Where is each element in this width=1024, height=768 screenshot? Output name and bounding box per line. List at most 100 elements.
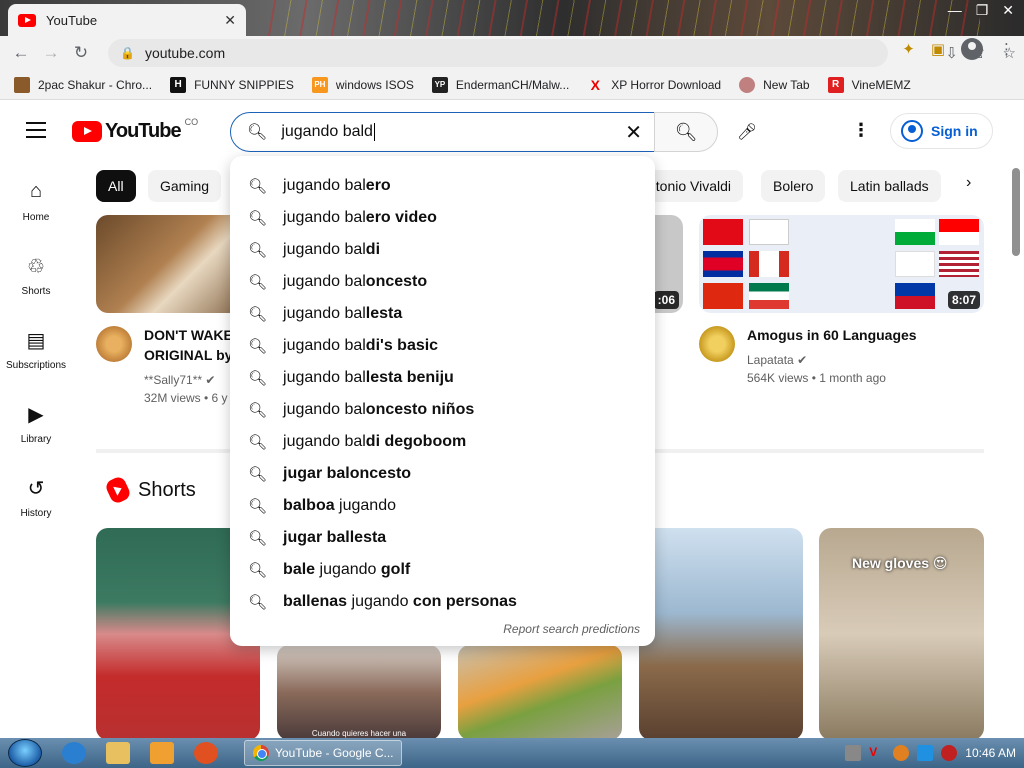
suggestion-item[interactable]: 🔍︎ jugando baldi's basic: [230, 330, 655, 362]
suggestion-item[interactable]: 🔍︎ jugando balero video: [230, 202, 655, 234]
media-player-icon[interactable]: [150, 742, 174, 764]
suggestion-item[interactable]: 🔍︎ jugando baloncesto: [230, 266, 655, 298]
logo-text: YouTube: [105, 120, 182, 142]
search-icon: 🔍︎: [248, 178, 268, 195]
video-title[interactable]: DON'T WAKE ORIGINAL by: [144, 325, 233, 365]
clock[interactable]: 10:46 AM: [965, 746, 1016, 760]
suggestion-text: jugando ballesta beniju: [283, 369, 454, 386]
short-thumbnail[interactable]: Cuando quieres hacer una: [277, 645, 441, 740]
suggestion-item[interactable]: 🔍︎ ballenas jugando con personas: [230, 586, 655, 618]
minimize-icon[interactable]: —: [948, 2, 962, 19]
search-tray-icon[interactable]: [893, 745, 910, 761]
search-input-value: jugando bald: [281, 122, 375, 141]
suggestion-text: jugando baldi's basic: [283, 337, 439, 354]
video-title[interactable]: Amogus in 60 Languages: [747, 325, 917, 345]
bookmark-label: windows ISOS: [335, 77, 414, 92]
flag-icon: [895, 251, 935, 277]
suggestion-item[interactable]: 🔍︎ jugando ballesta: [230, 298, 655, 330]
suggestion-text: jugando baldi: [283, 241, 381, 258]
paint-icon[interactable]: [194, 742, 218, 764]
sidebar-item-shorts[interactable]: ♲ Shorts: [0, 244, 72, 318]
suggestion-item[interactable]: 🔍︎ jugando balero: [230, 170, 655, 202]
suggestion-item[interactable]: 🔍︎ jugar baloncesto: [230, 458, 655, 490]
suggestion-text: jugando balero video: [283, 209, 437, 226]
channel-avatar[interactable]: [96, 326, 132, 362]
file-explorer-icon[interactable]: [106, 742, 130, 764]
bookmark-item[interactable]: PH windows ISOS: [311, 76, 414, 93]
bookmark-item[interactable]: New Tab: [739, 76, 810, 93]
bookmark-item[interactable]: R VineMEMZ: [827, 76, 911, 93]
close-window-icon[interactable]: ✕: [1002, 2, 1014, 19]
suggestion-item[interactable]: 🔍︎ jugando baloncesto niños: [230, 394, 655, 426]
settings-kebab-icon[interactable]: ⋮: [852, 120, 870, 141]
bookmark-item[interactable]: X XP Horror Download: [587, 77, 722, 93]
menu-hamburger-icon[interactable]: [26, 122, 46, 138]
chip-bolero[interactable]: Bolero: [761, 170, 826, 202]
chevron-right-icon[interactable]: ›: [966, 174, 971, 192]
tab-close-icon[interactable]: ✕: [224, 12, 236, 29]
browser-tab[interactable]: YouTube ✕: [8, 4, 246, 36]
yp-icon: YP: [431, 76, 448, 93]
suggestion-item[interactable]: 🔍︎ jugando ballesta beniju: [230, 362, 655, 394]
guide-sidebar: ⌂ Home ♲ Shorts ▤ Subscriptions ▶ Library ↺ H…: [0, 170, 72, 540]
sidebar-item-subscriptions[interactable]: ▤ Subscriptions: [0, 318, 72, 392]
page-scrollbar[interactable]: [1012, 168, 1020, 256]
back-arrow-icon[interactable]: ←: [6, 43, 36, 63]
address-url: youtube.com: [144, 45, 226, 61]
suggestion-item[interactable]: 🔍︎ jugando baldi: [230, 234, 655, 266]
network-icon[interactable]: [917, 745, 934, 761]
short-thumbnail[interactable]: [639, 528, 803, 740]
sidebar-item-home[interactable]: ⌂ Home: [0, 170, 72, 244]
search-icon: 🔍︎: [248, 274, 268, 291]
suggestion-item[interactable]: 🔍︎ jugar ballesta: [230, 522, 655, 554]
side-panel-icon[interactable]: ▣: [931, 40, 945, 58]
search-input[interactable]: 🔍︎ jugando bald ✕: [230, 112, 655, 152]
search-icon: 🔍︎: [248, 306, 268, 323]
sidebar-item-history[interactable]: ↺ History: [0, 466, 72, 540]
taskbar-chrome-window[interactable]: YouTube - Google C...: [244, 740, 402, 766]
sign-in-label: Sign in: [931, 123, 978, 139]
report-predictions-link[interactable]: Report search predictions: [503, 622, 640, 636]
short-caption: Cuando quieres hacer una: [311, 729, 407, 738]
restore-icon[interactable]: ❐: [976, 2, 989, 19]
sign-in-button[interactable]: Sign in: [890, 113, 993, 149]
flag-icon: [895, 219, 935, 245]
bookmark-item[interactable]: 2pac Shakur - Chro...: [14, 76, 152, 93]
views-and-age: 564K views • 1 month ago: [747, 371, 886, 385]
sidebar-item-library[interactable]: ▶ Library: [0, 392, 72, 466]
forward-arrow-icon[interactable]: →: [36, 43, 66, 63]
start-button-icon[interactable]: [8, 739, 42, 767]
short-thumbnail[interactable]: [458, 645, 622, 740]
channel-avatar[interactable]: [699, 326, 735, 362]
antivirus-icon[interactable]: V: [869, 745, 885, 761]
internet-explorer-icon[interactable]: [62, 742, 86, 764]
suggestion-item[interactable]: 🔍︎ bale jugando golf: [230, 554, 655, 586]
chip-latin-ballads[interactable]: Latin ballads: [838, 170, 941, 202]
reload-icon[interactable]: ↻: [66, 43, 96, 63]
bookmark-item[interactable]: H FUNNY SNIPPIES: [170, 76, 294, 93]
suggestion-text: jugar ballesta: [283, 529, 387, 546]
video-thumbnail[interactable]: 8:07: [699, 215, 984, 313]
channel-name[interactable]: Lapatata: [747, 353, 794, 367]
chip-all[interactable]: All: [96, 170, 136, 202]
profile-avatar-icon[interactable]: [961, 38, 983, 60]
verified-icon: ✔: [797, 353, 808, 367]
globe-icon: [739, 76, 756, 93]
bookmark-item[interactable]: YP EndermanCH/Malw...: [431, 76, 569, 93]
search-button[interactable]: 🔍︎: [654, 112, 718, 152]
suggestion-item[interactable]: 🔍︎ balboa jugando: [230, 490, 655, 522]
tray-app-icon[interactable]: [845, 745, 862, 761]
chrome-menu-icon[interactable]: ⋮: [999, 40, 1014, 58]
voice-search-button[interactable]: 🎤︎: [727, 112, 767, 152]
youtube-favicon-icon: [18, 13, 36, 27]
youtube-logo[interactable]: YouTube CO: [72, 117, 198, 143]
channel-name[interactable]: **Sally71**: [144, 373, 202, 387]
extensions-puzzle-icon[interactable]: ✦: [902, 40, 915, 58]
suggestion-item[interactable]: 🔍︎ jugando baldi degoboom: [230, 426, 655, 458]
address-bar[interactable]: 🔒 youtube.com ⇩ ⇪ ☆: [108, 39, 1016, 67]
home-icon: ⌂: [29, 180, 43, 202]
clear-search-icon[interactable]: ✕: [625, 120, 642, 145]
chip-gaming[interactable]: Gaming: [148, 170, 222, 202]
library-icon: ▶: [28, 404, 44, 426]
volume-icon[interactable]: [941, 745, 958, 761]
